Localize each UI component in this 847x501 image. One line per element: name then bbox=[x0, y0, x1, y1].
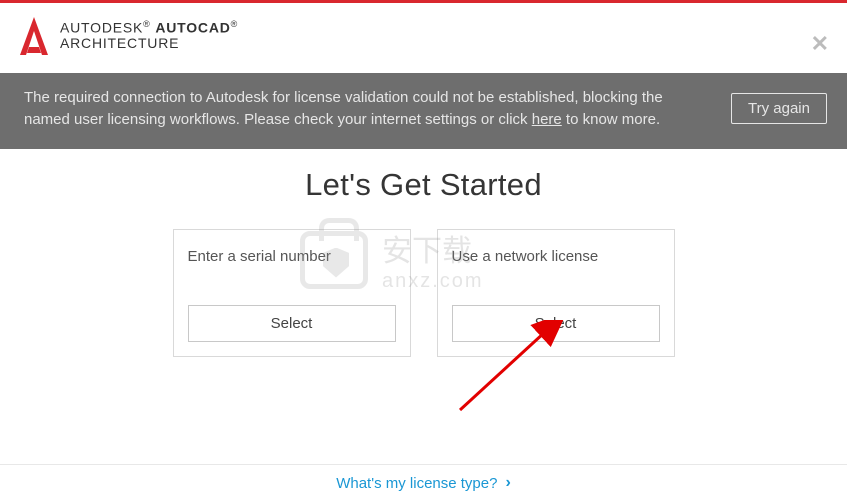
chevron-right-icon: › bbox=[505, 474, 510, 492]
header: AUTODESK® AUTOCAD® ARCHITECTURE ✕ bbox=[0, 3, 847, 73]
footer: What's my license type? › bbox=[0, 464, 847, 501]
brand-name: AUTODESK bbox=[60, 20, 143, 36]
main-content: Let's Get Started Enter a serial number … bbox=[0, 149, 847, 357]
select-network-button[interactable]: Select bbox=[452, 305, 660, 342]
product-name: AUTOCAD bbox=[155, 20, 230, 36]
banner-text-2: to know more. bbox=[562, 111, 660, 128]
try-again-button[interactable]: Try again bbox=[731, 93, 827, 124]
footer-link-text: What's my license type? bbox=[336, 475, 497, 492]
card-network-label: Use a network license bbox=[452, 248, 660, 265]
banner-message: The required connection to Autodesk for … bbox=[24, 87, 664, 131]
reg-mark-2: ® bbox=[231, 19, 238, 29]
logo-text: AUTODESK® AUTOCAD® ARCHITECTURE bbox=[60, 20, 238, 51]
select-serial-button[interactable]: Select bbox=[188, 305, 396, 342]
logo-line1: AUTODESK® AUTOCAD® bbox=[60, 20, 238, 36]
close-button[interactable]: ✕ bbox=[811, 33, 829, 55]
product-logo: AUTODESK® AUTOCAD® ARCHITECTURE bbox=[20, 17, 238, 55]
page-title: Let's Get Started bbox=[0, 167, 847, 203]
product-subline: ARCHITECTURE bbox=[60, 36, 238, 51]
autodesk-a-icon bbox=[20, 17, 48, 55]
close-icon: ✕ bbox=[811, 31, 829, 56]
banner-here-link[interactable]: here bbox=[532, 111, 562, 128]
card-serial-number: Enter a serial number Select bbox=[173, 229, 411, 357]
warning-banner: The required connection to Autodesk for … bbox=[0, 73, 847, 149]
card-network-license: Use a network license Select bbox=[437, 229, 675, 357]
card-serial-label: Enter a serial number bbox=[188, 248, 396, 265]
license-type-help-link[interactable]: What's my license type? › bbox=[336, 474, 511, 492]
license-options: Enter a serial number Select Use a netwo… bbox=[0, 229, 847, 357]
reg-mark: ® bbox=[143, 19, 150, 29]
